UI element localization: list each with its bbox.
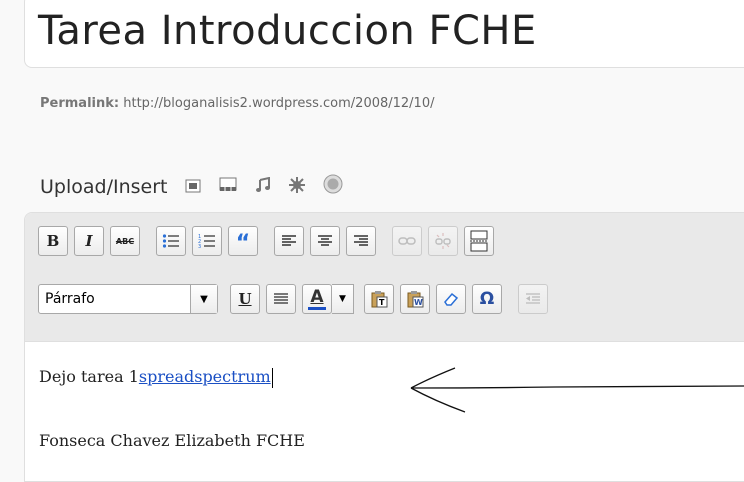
paste-text-icon: T [371,291,388,308]
format-select[interactable]: Párrafo ▼ [38,284,218,314]
strikethrough-label: ABC [115,236,135,246]
blockquote-button[interactable]: “ [228,226,258,256]
outdent-button[interactable] [518,284,548,314]
underline-label: U [238,290,252,308]
italic-label: I [85,232,93,250]
permalink-label: Permalink: [40,96,120,111]
media-icon[interactable] [289,176,306,198]
content-line-2: Fonseca Chavez Elizabeth FCHE [39,431,305,450]
upload-insert-bar: Upload/Insert [40,174,343,199]
editor-toolbar: B I ABC 123 “ Párrafo ▼ U A ▼ T W Ω [25,213,744,342]
toolbar-row-2: Párrafo ▼ U A ▼ T W Ω [38,283,554,315]
permalink: Permalink: http://bloganalisis2.wordpres… [40,96,434,111]
arrow-annotation-icon [410,367,744,413]
align-right-button[interactable] [346,226,376,256]
unordered-list-icon [162,234,179,248]
chevron-down-icon[interactable]: ▼ [190,285,217,313]
align-left-button[interactable] [274,226,304,256]
content-line-1: Dejo tarea 1spreadspectrum [39,367,273,388]
link-button[interactable] [392,226,422,256]
justify-button[interactable] [266,284,296,314]
align-center-button[interactable] [310,226,340,256]
gallery-icon[interactable] [323,174,343,199]
remove-format-button[interactable] [436,284,466,314]
spreadspectrum-link[interactable]: spreadspectrum [139,367,271,386]
unlink-button[interactable] [428,226,458,256]
upload-insert-label: Upload/Insert [40,175,168,198]
bold-button[interactable]: B [38,226,68,256]
blockquote-label: “ [235,231,251,256]
outdent-icon [526,293,540,304]
text-color-swatch [308,306,326,310]
toolbar-row-1: B I ABC 123 “ [38,225,500,257]
svg-text:T: T [379,298,385,307]
audio-icon[interactable] [255,176,271,198]
italic-button[interactable]: I [74,226,104,256]
underline-button[interactable]: U [230,284,260,314]
paste-word-icon: W [407,291,424,308]
justify-icon [274,293,288,304]
omega-label: Ω [479,289,495,309]
permalink-url[interactable]: http://bloganalisis2.wordpress.com/2008/… [123,96,434,111]
align-right-icon [354,235,368,246]
align-center-icon [318,235,332,246]
image-icon[interactable] [185,176,201,198]
ordered-list-button[interactable]: 123 [192,226,222,256]
text-color-label: A [310,286,324,307]
text-caret [271,367,273,388]
unordered-list-button[interactable] [156,226,186,256]
paste-text-button[interactable]: T [364,284,394,314]
paste-word-button[interactable]: W [400,284,430,314]
ordered-list-icon: 123 [198,234,215,249]
video-icon[interactable] [219,176,237,198]
strikethrough-button[interactable]: ABC [110,226,140,256]
unlink-icon [435,233,451,249]
align-left-icon [282,235,296,246]
format-select-value: Párrafo [45,291,95,307]
text-color-dropdown-icon[interactable]: ▼ [332,284,354,314]
link-icon [398,237,416,245]
text-color-button[interactable]: A [302,284,332,314]
more-tag-button[interactable] [464,226,494,256]
line1-text: Dejo tarea 1 [39,367,139,386]
svg-text:W: W [414,298,423,307]
special-char-button[interactable]: Ω [472,284,502,314]
post-title-input[interactable]: Tarea Introduccion FCHE [38,8,537,54]
editor: B I ABC 123 “ Párrafo ▼ U A ▼ T W Ω Dejo… [24,212,744,482]
bold-label: B [46,232,60,250]
more-tag-icon [470,230,488,252]
svg-text:3: 3 [198,244,201,249]
text-color-control: A ▼ [302,284,354,314]
eraser-icon [444,292,459,306]
